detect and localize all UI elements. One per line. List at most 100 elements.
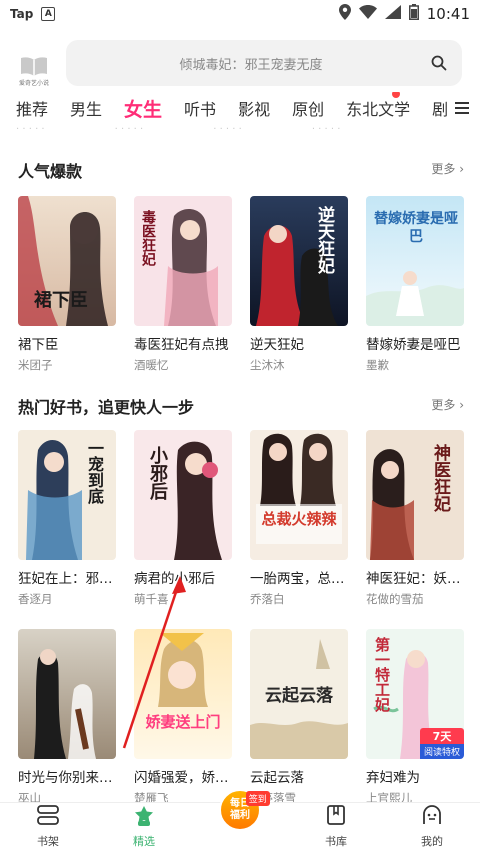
nav-library[interactable]: 书库: [288, 803, 384, 855]
book-title: 病君的小邪后: [134, 571, 215, 587]
status-bar: Tap A 10:41: [0, 0, 480, 28]
book-card[interactable]: 替嫁娇妻是哑巴 替嫁娇妻是哑巴 墨歉: [366, 196, 464, 373]
library-icon: [325, 804, 347, 830]
scrolled-row-fragment: · · · · · · · · · · · · · · · · · · · ·: [16, 124, 341, 134]
tab-northeast-literature[interactable]: 东北文学: [346, 92, 411, 120]
tab-original[interactable]: 原创: [292, 96, 324, 120]
signal-icon: [384, 5, 401, 23]
book-cover[interactable]: [18, 629, 116, 759]
book-card[interactable]: 总裁火辣辣 一胎两宝，总裁... 乔落白: [250, 430, 348, 607]
book-title: 狂妃在上：邪王...: [18, 571, 116, 587]
section-title-hot: 热门好书，追更快人一步: [18, 398, 195, 417]
heart-badge-icon: [392, 92, 401, 98]
header: 爱奇艺小说 倾城毒妃：邪王宠妻无度: [0, 38, 480, 90]
tab-northeast-label: 东北文学: [346, 100, 411, 119]
book-author: 花做的雪茄: [366, 592, 424, 606]
nav-bookshelf[interactable]: 书架: [0, 803, 96, 855]
featured-icon: [132, 804, 156, 830]
tab-female[interactable]: 女生: [124, 95, 162, 122]
badge-days: 7天: [420, 728, 464, 744]
tab-recommend[interactable]: 推荐: [16, 96, 48, 120]
tab-film[interactable]: 影视: [238, 96, 270, 120]
tab-drama[interactable]: 剧: [432, 96, 448, 120]
cover-title-text: 逆天狂妃: [314, 206, 334, 274]
book-cover[interactable]: 神医狂妃: [366, 430, 464, 560]
book-card[interactable]: 第一特工妃 7天 阅读特权 弃妇难为 上官熙儿: [366, 629, 464, 802]
book-title: 逆天狂妃: [250, 337, 304, 353]
more-label: 更多: [431, 162, 456, 176]
search-icon[interactable]: [416, 40, 462, 86]
book-cover[interactable]: 第一特工妃 7天 阅读特权: [366, 629, 464, 759]
book-title: 云起云落: [250, 770, 304, 786]
book-card[interactable]: 逆天狂妃 逆天狂妃 尘沐沐: [250, 196, 348, 373]
book-title: 闪婚强爱，娇妻...: [134, 770, 232, 786]
book-cover[interactable]: 云起云落: [250, 629, 348, 759]
cover-title-text: 总裁火辣辣: [261, 510, 337, 528]
book-cover[interactable]: 毒医狂妃: [134, 196, 232, 326]
book-title: 时光与你别来无...: [18, 770, 116, 786]
search-placeholder: 倾城毒妃：邪王宠妻无度: [179, 57, 323, 73]
nav-label: 精选: [133, 835, 155, 848]
cover-title-text: 娇妻送上门: [145, 713, 221, 731]
book-author: 巫山: [18, 791, 41, 802]
content-area[interactable]: · · · · · · · · · · · · · · · · · · · · 人气爆…: [0, 124, 480, 802]
book-cover[interactable]: 娇妻送上门: [134, 629, 232, 759]
hot-book-grid: 一宠到底 狂妃在上：邪王... 香逐月 小邪后 病君的小邪后 萌千喜 总裁火辣辣…: [18, 430, 464, 802]
read-privilege-badge[interactable]: 7天 阅读特权: [420, 728, 464, 759]
book-author: 米团子: [18, 358, 53, 372]
book-card[interactable]: 一宠到底 狂妃在上：邪王... 香逐月: [18, 430, 116, 607]
nav-label: 书架: [37, 835, 59, 848]
book-cover[interactable]: 总裁火辣辣: [250, 430, 348, 560]
book-cover[interactable]: 裙下臣: [18, 196, 116, 326]
book-author: 尘沐沐: [250, 358, 285, 372]
book-card[interactable]: 云起云落 云起云落 长亭落雪: [250, 629, 348, 802]
book-author: 上官熙儿: [366, 791, 412, 802]
book-title: 替嫁娇妻是哑巴: [366, 337, 461, 353]
cover-title-text: 替嫁娇妻是哑巴: [374, 211, 458, 245]
battery-icon: [408, 4, 419, 24]
more-link-popular[interactable]: 更多 ›: [431, 160, 464, 177]
book-card[interactable]: 娇妻送上门 闪婚强爱，娇妻... 楚雁飞: [134, 629, 232, 802]
book-card[interactable]: 小邪后 病君的小邪后 萌千喜: [134, 430, 232, 607]
more-link-hot[interactable]: 更多 ›: [431, 396, 464, 413]
book-author: 香逐月: [18, 592, 53, 606]
book-card[interactable]: 神医狂妃 神医狂妃：妖孽... 花做的雪茄: [366, 430, 464, 607]
nav-label: 我的: [421, 835, 443, 848]
category-tabs: 推荐 男生 女生 听书 影视 原创 东北文学 剧: [0, 92, 480, 124]
chevron-right-icon: ›: [459, 162, 464, 176]
badge-text: 阅读特权: [420, 744, 464, 759]
tab-audiobook[interactable]: 听书: [184, 96, 216, 120]
book-author: 墨歉: [366, 358, 389, 372]
book-cover[interactable]: 替嫁娇妻是哑巴: [366, 196, 464, 326]
book-title: 毒医狂妃有点拽: [134, 337, 229, 353]
nav-featured[interactable]: 精选: [96, 803, 192, 855]
app-logo[interactable]: 爱奇艺小说: [16, 56, 52, 92]
bookshelf-icon: [36, 804, 60, 830]
tab-male[interactable]: 男生: [70, 96, 102, 120]
book-author: 乔落白: [250, 592, 285, 606]
search-bar[interactable]: 倾城毒妃：邪王宠妻无度: [66, 40, 462, 86]
nav-profile[interactable]: 我的: [384, 803, 480, 855]
checkin-badge: 签到: [245, 791, 270, 806]
book-cover[interactable]: 逆天狂妃: [250, 196, 348, 326]
book-cover[interactable]: 一宠到底: [18, 430, 116, 560]
wifi-icon: [358, 5, 377, 23]
section-title-popular: 人气爆款: [18, 162, 83, 181]
daily-line2: 福利: [230, 810, 250, 821]
book-title: 裙下臣: [18, 337, 59, 353]
tab-menu-icon[interactable]: [452, 98, 472, 118]
book-card[interactable]: 裙下臣 裙下臣 米团子: [18, 196, 116, 373]
cover-title-text: 一宠到底: [85, 440, 104, 504]
status-app-name: Tap: [10, 7, 34, 21]
nav-daily-welfare[interactable]: 每日 福利 签到: [192, 789, 288, 855]
cover-title-text: 小邪后: [147, 446, 168, 500]
book-card[interactable]: 时光与你别来无... 巫山: [18, 629, 116, 802]
book-title: 神医狂妃：妖孽...: [366, 571, 464, 587]
chevron-right-icon: ›: [459, 398, 464, 412]
more-label: 更多: [431, 398, 456, 412]
status-time: 10:41: [426, 5, 470, 23]
logo-text: 爱奇艺小说: [18, 80, 49, 87]
status-a-icon: A: [41, 7, 56, 21]
book-card[interactable]: 毒医狂妃 毒医狂妃有点拽 酒暖忆: [134, 196, 232, 373]
book-cover[interactable]: 小邪后: [134, 430, 232, 560]
